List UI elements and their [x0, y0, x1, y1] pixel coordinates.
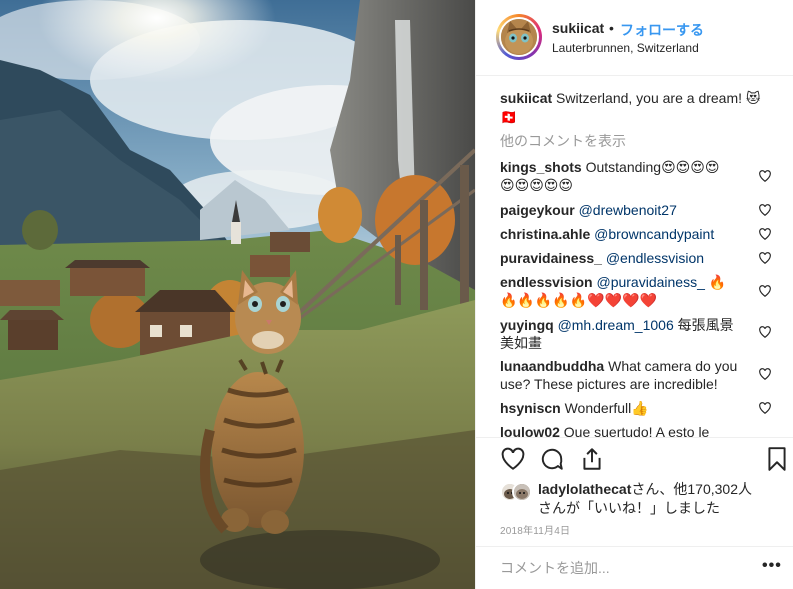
comment-icon — [541, 448, 563, 470]
likes-suffix-text: さんが「いいね！」しました — [538, 500, 720, 516]
comment-mention[interactable]: @endlessvision — [606, 250, 704, 266]
comment-text: Que suertudo! A esto le — [563, 424, 710, 437]
comment-like-heart-icon[interactable] — [758, 227, 772, 241]
comment: christina.ahle @browncandypaint — [500, 225, 754, 243]
comment-like-heart-icon[interactable] — [758, 325, 772, 339]
comment: lunaandbuddha What camera do you use? Th… — [500, 357, 754, 393]
comment-text: Outstanding😍😍😍😍 — [585, 159, 720, 175]
comment-mention[interactable]: @drewbenoit27 — [579, 202, 677, 218]
comment: kings_shots Outstanding😍😍😍😍 😍😍😍😍😍 — [500, 158, 754, 194]
comment-username[interactable]: endlessvision — [500, 274, 593, 290]
comment-text-continued: 😍😍😍😍😍 — [500, 177, 573, 193]
more-options-icon[interactable]: ••• — [762, 557, 782, 575]
comment-button[interactable] — [539, 446, 565, 472]
comment-text: 🔥 — [704, 274, 727, 290]
comment: hsyniscn Wonderfull👍 — [500, 399, 754, 417]
post-side-panel: sukiicat • フォローする Lauterbrunnen, Switzer… — [475, 0, 793, 589]
header-separator: • — [609, 20, 614, 36]
post-actions-bar — [476, 437, 793, 479]
comment-text: 每張風景 — [673, 317, 734, 333]
comment-text-continued: use? These pictures are incredible! — [500, 376, 718, 392]
story-ring[interactable] — [496, 14, 542, 60]
comment-username[interactable]: hsyniscn — [500, 400, 561, 416]
comment: paigeykour @drewbenoit27 — [500, 201, 754, 219]
view-more-comments-link[interactable]: 他のコメントを表示 — [500, 131, 626, 151]
comment: loulow02 Que suertudo! A esto le — [500, 423, 754, 437]
heart-icon — [501, 447, 525, 470]
comment-like-heart-icon[interactable] — [758, 284, 772, 298]
comment: yuyingq @mh.dream_1006 每張風景 美如畫 — [500, 316, 754, 352]
comment-text: What camera do you — [608, 358, 738, 374]
comment-text-continued: 🔥🔥🔥🔥🔥❤️❤️❤️❤️ — [500, 292, 657, 308]
comment-mention[interactable]: @browncandypaint — [594, 226, 714, 242]
caption-text: Switzerland, you are a dream! 😻 — [556, 90, 761, 106]
comment-username[interactable]: loulow02 — [500, 424, 560, 437]
save-button[interactable] — [764, 446, 790, 472]
liker-avatar[interactable] — [512, 482, 532, 502]
post-photo[interactable] — [0, 0, 475, 589]
caption-username[interactable]: sukiicat — [500, 90, 552, 106]
likes-summary: ladylolathecatさん、他170,302人 さんが「いいね！」しました — [476, 479, 793, 519]
comment-username[interactable]: yuyingq — [500, 317, 554, 333]
comment-text: Wonderfull👍 — [564, 400, 649, 416]
cat-avatar-icon — [501, 19, 537, 55]
follow-button[interactable]: フォローする — [620, 20, 704, 40]
share-icon — [583, 448, 601, 470]
comment: puravidainess_ @endlessvision — [500, 249, 754, 267]
likes-text: ladylolathecatさん、他170,302人 さんが「いいね！」しました — [538, 480, 778, 518]
post-location[interactable]: Lauterbrunnen, Switzerland — [552, 41, 699, 55]
bookmark-icon — [768, 447, 786, 471]
comment-username[interactable]: christina.ahle — [500, 226, 590, 242]
post-author-username[interactable]: sukiicat — [552, 20, 604, 36]
comment-like-heart-icon[interactable] — [758, 401, 772, 415]
comment-username[interactable]: kings_shots — [500, 159, 582, 175]
comment: endlessvision @puravidainess_ 🔥 🔥🔥🔥🔥🔥❤️❤… — [500, 273, 754, 309]
like-button[interactable] — [500, 446, 526, 472]
comment-like-heart-icon[interactable] — [758, 251, 772, 265]
comment-text-continued: 美如畫 — [500, 335, 542, 351]
avatar[interactable] — [499, 17, 539, 57]
comment-username[interactable]: puravidainess_ — [500, 250, 602, 266]
post-caption: sukiicat Switzerland, you are a dream! 😻… — [500, 89, 780, 127]
comments-list[interactable]: sukiicat Switzerland, you are a dream! 😻… — [476, 76, 793, 437]
comment-mention[interactable]: @mh.dream_1006 — [558, 317, 674, 333]
comment-like-heart-icon[interactable] — [758, 203, 772, 217]
cat-in-lauterbrunnen-photo — [0, 0, 475, 589]
likes-count-text[interactable]: さん、他170,302人 — [631, 481, 752, 497]
share-button[interactable] — [579, 446, 605, 472]
comment-username[interactable]: lunaandbuddha — [500, 358, 604, 374]
caption-flag: 🇨🇭 — [500, 109, 518, 125]
add-comment-input[interactable] — [500, 559, 740, 577]
liker-username[interactable]: ladylolathecat — [538, 481, 631, 497]
comment-like-heart-icon[interactable] — [758, 169, 772, 183]
comment-mention[interactable]: @puravidainess_ — [596, 274, 704, 290]
add-comment-bar: ••• — [476, 546, 793, 589]
post-header: sukiicat • フォローする Lauterbrunnen, Switzer… — [476, 0, 793, 76]
comment-username[interactable]: paigeykour — [500, 202, 575, 218]
comment-like-heart-icon[interactable] — [758, 367, 772, 381]
post-date[interactable]: 2018年11月4日 — [500, 522, 570, 537]
